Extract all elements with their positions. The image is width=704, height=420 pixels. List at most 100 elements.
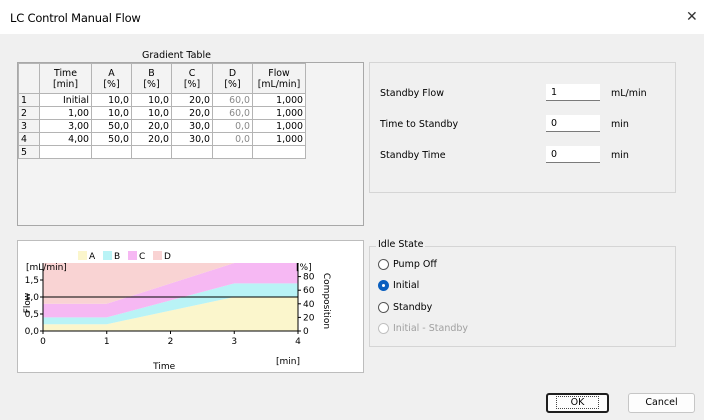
x-axis-label: Time bbox=[152, 362, 175, 372]
legend-swatch-a bbox=[78, 251, 87, 260]
cell-a[interactable]: 50,0 bbox=[91, 132, 132, 146]
standby-flow-input[interactable] bbox=[546, 84, 600, 101]
flow-tick-label: 0,0 bbox=[25, 327, 40, 337]
legend-swatch-c bbox=[128, 251, 137, 260]
radio-selected-icon bbox=[378, 279, 389, 291]
radio-label: Initial bbox=[393, 279, 420, 291]
time-to-standby-input[interactable] bbox=[546, 115, 600, 132]
composition-axis-unit: [%] bbox=[296, 263, 312, 273]
cell-flow[interactable] bbox=[252, 145, 306, 159]
cell-d[interactable]: 60,0 bbox=[212, 93, 253, 107]
cell-b[interactable]: 20,0 bbox=[131, 132, 172, 146]
composition-tick-label: 40 bbox=[303, 300, 315, 310]
time-to-standby-unit: min bbox=[611, 119, 629, 130]
gradient-table-header: Time [min] A [%] B [%] C [%] D [%] Flow [mL/mi… bbox=[18, 63, 306, 94]
cell-flow[interactable]: 1,000 bbox=[252, 119, 306, 133]
cell-b[interactable]: 10,0 bbox=[131, 93, 172, 107]
x-tick-label: 2 bbox=[168, 337, 174, 347]
cell-flow[interactable]: 1,000 bbox=[252, 93, 306, 107]
legend-label-b: B bbox=[114, 252, 120, 262]
gradient-chart-svg: 0,00,51,01,50204060800 1 2 3 4[mL/min]Flow[%… bbox=[23, 251, 331, 372]
cell-time[interactable]: 4,00 bbox=[39, 132, 92, 146]
cell-c[interactable]: 30,0 bbox=[171, 119, 213, 133]
cell-a[interactable] bbox=[91, 145, 132, 159]
table-row[interactable]: 4 4,00 50,0 20,0 30,0 0,0 1,000 bbox=[18, 132, 306, 146]
x-tick-label: 0 bbox=[40, 337, 46, 347]
cell-a[interactable]: 10,0 bbox=[91, 106, 132, 120]
table-row[interactable]: 5 bbox=[18, 145, 306, 159]
cell-time[interactable]: 1,00 bbox=[39, 106, 92, 120]
legend-label-c: C bbox=[139, 252, 145, 262]
row-number: 3 bbox=[18, 119, 40, 133]
cell-a[interactable]: 10,0 bbox=[91, 93, 132, 107]
radio-icon bbox=[378, 258, 389, 270]
standby-time-input[interactable] bbox=[546, 146, 600, 163]
cell-b[interactable]: 10,0 bbox=[131, 106, 172, 120]
cell-time[interactable]: 3,00 bbox=[39, 119, 92, 133]
radio-icon bbox=[378, 301, 389, 313]
cell-flow[interactable]: 1,000 bbox=[252, 132, 306, 146]
column-header-flow: Flow [mL/min] bbox=[252, 63, 306, 94]
cell-d[interactable] bbox=[212, 145, 253, 159]
row-number: 2 bbox=[18, 106, 40, 120]
flow-tick-label: 1,5 bbox=[25, 276, 39, 286]
title-bar: LC Control Manual Flow ✕ bbox=[0, 0, 704, 34]
radio-initial-standby: Initial - Standby bbox=[378, 321, 468, 335]
standby-time-label: Standby Time bbox=[380, 150, 446, 161]
cell-c[interactable]: 30,0 bbox=[171, 132, 213, 146]
column-header-c: C [%] bbox=[171, 63, 213, 94]
radio-label: Standby bbox=[393, 301, 433, 313]
cell-d[interactable]: 60,0 bbox=[212, 106, 253, 120]
composition-tick-label: 80 bbox=[303, 273, 315, 283]
radio-label: Pump Off bbox=[393, 258, 437, 270]
cell-a[interactable]: 50,0 bbox=[91, 119, 132, 133]
x-axis-unit: [min] bbox=[276, 357, 300, 367]
row-number: 4 bbox=[18, 132, 40, 146]
x-tick-label: 3 bbox=[231, 337, 237, 347]
composition-axis-label: Composition bbox=[321, 273, 331, 329]
row-number: 1 bbox=[18, 93, 40, 107]
cell-time[interactable] bbox=[39, 145, 92, 159]
standby-flow-label: Standby Flow bbox=[380, 88, 444, 99]
cell-b[interactable]: 20,0 bbox=[131, 119, 172, 133]
table-row[interactable]: 2 1,00 10,0 10,0 20,0 60,0 1,000 bbox=[18, 106, 306, 120]
window-title: LC Control Manual Flow bbox=[10, 11, 141, 25]
cell-d[interactable]: 0,0 bbox=[212, 132, 253, 146]
ok-button-label: OK bbox=[555, 396, 600, 409]
x-tick-label: 1 bbox=[104, 337, 110, 347]
cancel-button[interactable]: Cancel bbox=[628, 393, 695, 413]
radio-pump-off[interactable]: Pump Off bbox=[378, 257, 437, 271]
cell-flow[interactable]: 1,000 bbox=[252, 106, 306, 120]
ok-button[interactable]: OK bbox=[546, 393, 609, 413]
column-header-b: B [%] bbox=[131, 63, 172, 94]
column-header-time: Time [min] bbox=[39, 63, 92, 94]
legend-label-a: A bbox=[89, 252, 96, 262]
table-row[interactable]: 3 3,00 50,0 20,0 30,0 0,0 1,000 bbox=[18, 119, 306, 133]
gradient-table[interactable]: Time [min] A [%] B [%] C [%] D [%] Flow [mL/mi… bbox=[17, 62, 364, 226]
flow-axis-unit: [mL/min] bbox=[26, 263, 67, 273]
legend-swatch-d bbox=[153, 251, 162, 260]
gradient-table-caption: Gradient Table bbox=[142, 50, 211, 61]
radio-standby[interactable]: Standby bbox=[378, 300, 432, 314]
legend-swatch-b bbox=[103, 251, 112, 260]
cell-b[interactable] bbox=[131, 145, 172, 159]
composition-tick-label: 60 bbox=[303, 286, 315, 296]
column-header-d: D [%] bbox=[212, 63, 253, 94]
cell-time[interactable]: Initial bbox=[39, 93, 92, 107]
cell-d[interactable]: 0,0 bbox=[212, 119, 253, 133]
column-header-a: A [%] bbox=[91, 63, 132, 94]
gradient-chart: 0,0 0,5 1,0 1,5 0 20 40 60 80 0 1 2 3 4 [mL/min] Flow [%… bbox=[17, 240, 364, 373]
row-number: 5 bbox=[18, 145, 40, 159]
radio-initial[interactable]: Initial bbox=[378, 278, 419, 292]
radio-label: Initial - Standby bbox=[393, 322, 469, 334]
cell-c[interactable]: 20,0 bbox=[171, 93, 213, 107]
cell-c[interactable]: 20,0 bbox=[171, 106, 213, 120]
x-tick-label: 4 bbox=[295, 337, 301, 347]
radio-icon bbox=[378, 322, 389, 334]
table-row[interactable]: 1 Initial 10,0 10,0 20,0 60,0 1,000 bbox=[18, 93, 306, 107]
standby-flow-unit: mL/min bbox=[611, 88, 647, 99]
close-icon[interactable]: ✕ bbox=[686, 9, 698, 25]
cell-c[interactable] bbox=[171, 145, 213, 159]
standby-time-unit: min bbox=[611, 150, 629, 161]
time-to-standby-label: Time to Standby bbox=[380, 119, 459, 130]
